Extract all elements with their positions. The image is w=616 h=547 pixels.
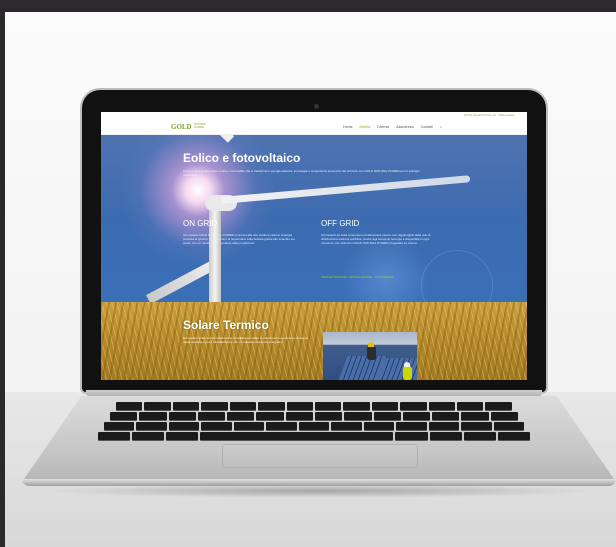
key-row <box>116 402 512 410</box>
nav-menu: Home Attività Diverse Assistenza Contatt… <box>343 125 448 129</box>
nav-item-attivita[interactable]: Attività <box>359 125 370 129</box>
trackpad <box>222 444 418 468</box>
worker-figure <box>367 346 376 360</box>
nav-item-home[interactable]: Home <box>343 125 353 129</box>
key-row <box>104 422 525 430</box>
helmet-icon <box>368 342 374 347</box>
hero-section: Eolico e fotovoltaico Energia da fonti a… <box>101 135 527 302</box>
laptop-keyboard <box>86 402 542 442</box>
off-grid-link[interactable]: PROGETTAZIONE · INSTALLAZIONE · ASSISTEN… <box>321 275 439 279</box>
webcam-icon <box>314 104 319 109</box>
topbar-text: GOLD Natural Power srl · Web Design <box>463 113 515 117</box>
site-logo[interactable]: GOLD <box>171 123 192 131</box>
site-topbar: GOLD Natural Power srl · Web Design <box>101 112 527 119</box>
site-logo-sub: NATURAL POWER <box>194 123 206 129</box>
on-grid-text: Gli impianti GOLD NATURAL POWER connessi… <box>183 233 295 246</box>
laptop-shadow <box>40 484 600 498</box>
worker-figure <box>403 366 412 380</box>
solar-section: Solare Termico Gli impianti solari termi… <box>101 302 527 380</box>
laptop-screen: GOLD Natural Power srl · Web Design GOLD… <box>101 112 527 380</box>
laptop-base-edge <box>22 479 616 486</box>
key-row <box>98 432 531 440</box>
key-row <box>110 412 518 420</box>
nav-item-contatti[interactable]: Contatti <box>421 125 433 129</box>
helmet-icon <box>404 362 410 367</box>
solar-text: Gli impianti solari termici trasformano … <box>183 336 308 344</box>
site-nav: GOLD NATURAL POWER Home Attività Diverse… <box>101 119 527 135</box>
on-grid-title: ON GRID <box>183 219 218 228</box>
nav-item-assistenza[interactable]: Assistenza <box>396 125 413 129</box>
nav-item-diverse[interactable]: Diverse <box>377 125 389 129</box>
hero-title: Eolico e fotovoltaico <box>183 151 301 165</box>
solar-panel-photo <box>323 332 417 380</box>
off-grid-title: OFF GRID <box>321 219 360 228</box>
search-icon[interactable]: ⌕ <box>440 125 442 129</box>
off-grid-text: Gli impianti ad isola consentono di alim… <box>321 233 431 246</box>
hero-text: Energia da fonti alternative pulita e ri… <box>183 169 420 177</box>
solar-title: Solare Termico <box>183 318 269 332</box>
